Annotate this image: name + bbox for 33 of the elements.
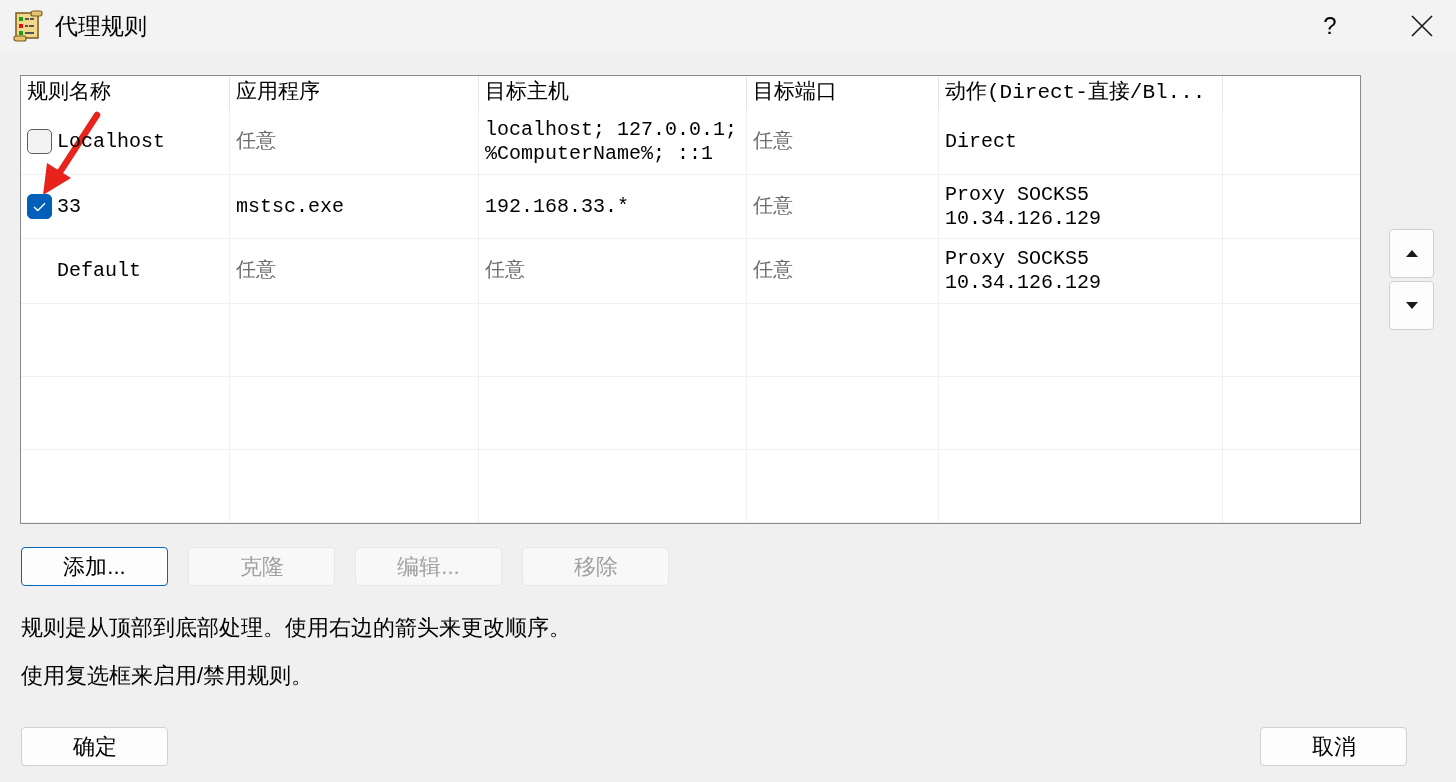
up-triangle-icon	[1405, 250, 1418, 257]
checkmark-icon	[33, 201, 46, 212]
rule-name-text: Default	[57, 259, 141, 284]
hint-text: 使用复选框来启用/禁用规则。	[20, 664, 314, 688]
target-host-text: 任意	[485, 259, 525, 284]
application-text: 任意	[236, 129, 276, 154]
action-text: Proxy SOCKS5 10.34.126.129	[945, 182, 1102, 231]
ok-button[interactable]: 确定	[21, 727, 168, 766]
target-host-text: localhost; 127.0.0.1; %ComputerName%; ::1	[485, 117, 738, 166]
action-button[interactable]: 添加...	[21, 547, 168, 586]
target-host-text: 192.168.33.*	[485, 194, 630, 219]
scroll-list-icon	[12, 10, 44, 42]
target-port-text: 任意	[753, 129, 793, 154]
close-icon	[1411, 15, 1433, 37]
target-port-text: 任意	[753, 194, 793, 219]
application-text: 任意	[236, 259, 276, 284]
checkbox[interactable]	[27, 129, 52, 155]
target-port-text: 任意	[753, 259, 793, 284]
checkbox[interactable]	[27, 194, 52, 219]
cancel-button[interactable]: 取消	[1260, 727, 1407, 766]
column-header[interactable]: 应用程序	[236, 77, 320, 109]
application-text: mstsc.exe	[236, 194, 345, 219]
action-text: Proxy SOCKS5 10.34.126.129	[945, 247, 1102, 296]
rule-name-text: 33	[57, 194, 81, 219]
column-header[interactable]: 动作(Direct-直接/Bl...	[945, 77, 1206, 109]
column-header[interactable]: 规则名称	[27, 77, 111, 109]
help-button[interactable]: ?	[1307, 6, 1353, 46]
column-header[interactable]: 目标主机	[485, 77, 569, 109]
action-text: Direct	[945, 129, 1017, 154]
column-header[interactable]: 目标端口	[753, 77, 837, 109]
down-triangle-icon	[1405, 302, 1418, 309]
window-title: 代理规则	[55, 11, 147, 41]
hint-text: 规则是从顶部到底部处理。使用右边的箭头来更改顺序。	[20, 616, 571, 640]
